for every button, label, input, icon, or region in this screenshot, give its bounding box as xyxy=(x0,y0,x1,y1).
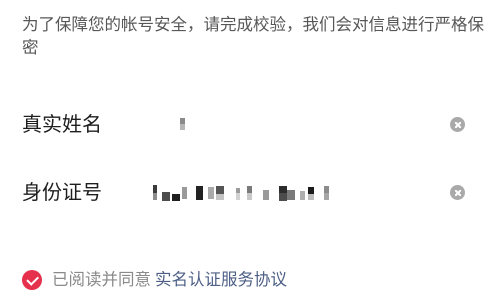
agreement-text: 已阅读并同意 xyxy=(52,270,151,289)
name-label: 真实姓名 xyxy=(22,112,102,136)
clear-icon[interactable] xyxy=(450,117,465,132)
id-field-row: 身份证号 xyxy=(0,166,500,218)
name-input[interactable] xyxy=(150,108,430,140)
name-field-row: 真实姓名 xyxy=(0,98,500,150)
id-label: 身份证号 xyxy=(22,180,102,204)
clear-icon[interactable] xyxy=(450,185,465,200)
agreement-row: 已阅读并同意 实名认证服务协议 xyxy=(22,268,287,292)
security-notice: 为了保障您的帐号安全，请完成校验，我们会对信息进行严格保密 xyxy=(22,15,484,57)
check-icon[interactable] xyxy=(22,270,42,290)
agreement-link[interactable]: 实名认证服务协议 xyxy=(155,268,287,292)
id-number-input[interactable] xyxy=(150,176,430,208)
